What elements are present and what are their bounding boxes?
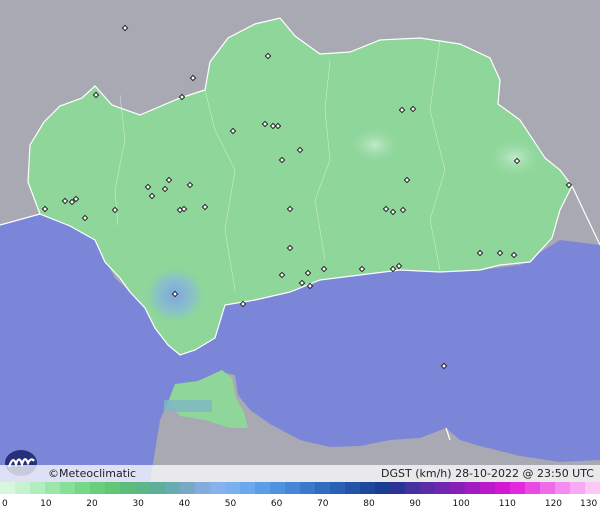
scale-swatch [180, 482, 196, 494]
scale-swatch [510, 482, 526, 494]
scale-swatch [525, 482, 541, 494]
scale-swatch [30, 482, 46, 494]
scale-tick-label: 50 [224, 499, 237, 509]
scale-tick-label: 40 [178, 499, 191, 509]
scale-swatch [15, 482, 31, 494]
scale-swatch [360, 482, 376, 494]
scale-swatch [165, 482, 181, 494]
scale-tick-label: 130 [580, 499, 598, 509]
scale-swatches [0, 482, 600, 494]
scale-swatch [75, 482, 91, 494]
color-scale: 0 10 20 30 40 50 60 70 80 90 100 110 120 130 [0, 482, 600, 517]
gibraltar-blue-patch [164, 400, 212, 412]
scale-swatch [345, 482, 361, 494]
wind-gust-map [0, 0, 600, 482]
scale-swatch [210, 482, 226, 494]
scale-swatch [540, 482, 556, 494]
gust-pale-zone-1 [347, 125, 403, 165]
scale-swatch [240, 482, 256, 494]
scale-swatch [60, 482, 76, 494]
scale-swatch [555, 482, 571, 494]
scale-tick-label: 60 [270, 499, 283, 509]
scale-swatch [225, 482, 241, 494]
scale-swatch [405, 482, 421, 494]
scale-tick-label: 90 [409, 499, 421, 509]
scale-swatch [480, 482, 496, 494]
scale-swatch [195, 482, 211, 494]
scale-swatch [300, 482, 316, 494]
gust-pale-zone-2 [485, 136, 545, 180]
scale-swatch [450, 482, 466, 494]
map-caption: DGST (km/h) 28-10-2022 @ 23:50 UTC [381, 467, 594, 480]
scale-swatch [495, 482, 511, 494]
scale-swatch [90, 482, 106, 494]
scale-swatch [150, 482, 166, 494]
scale-tick-label: 10 [40, 499, 52, 509]
scale-swatch [375, 482, 391, 494]
scale-swatch [270, 482, 286, 494]
scale-swatch [255, 482, 271, 494]
scale-swatch [120, 482, 136, 494]
scale-swatch [315, 482, 331, 494]
scale-tick-label: 70 [317, 499, 329, 509]
scale-swatch [285, 482, 301, 494]
scale-tick-label: 20 [86, 499, 98, 509]
scale-swatch [465, 482, 481, 494]
scale-tick-label: 30 [132, 499, 144, 509]
scale-swatch [105, 482, 121, 494]
scale-tick-label: 80 [363, 499, 375, 509]
scale-swatch [330, 482, 346, 494]
scale-swatch [135, 482, 151, 494]
scale-swatch [570, 482, 586, 494]
scale-swatch [0, 482, 16, 494]
scale-swatch [45, 482, 61, 494]
scale-swatch [585, 482, 600, 494]
scale-ticks: 0 10 20 30 40 50 60 70 80 90 100 110 120 130 [0, 498, 600, 512]
scale-tick-label: 110 [498, 499, 516, 509]
scale-swatch [420, 482, 436, 494]
scale-tick-label: 120 [544, 499, 563, 509]
scale-tick-label: 100 [452, 499, 470, 509]
scale-swatch [390, 482, 406, 494]
brand-label: ©Meteoclimatic [48, 467, 137, 480]
scale-swatch [435, 482, 451, 494]
scale-tick-label: 0 [2, 499, 8, 509]
